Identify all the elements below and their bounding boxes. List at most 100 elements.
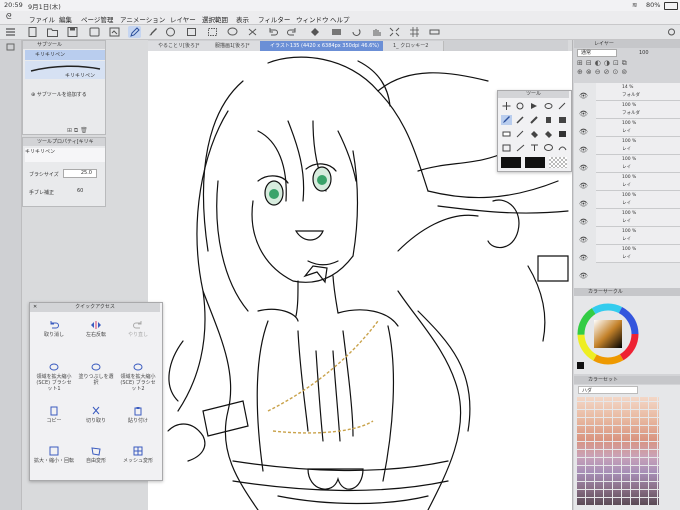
zoom-tool-icon[interactable] (515, 101, 526, 111)
qa-resize-1[interactable]: 領域を拡大縮小 (SCE) ブラシセット1 (34, 359, 74, 392)
pencil-tool-icon[interactable] (515, 115, 526, 125)
layer-row[interactable]: 100 % レイ (596, 209, 680, 227)
qa-flip[interactable]: 左右反転 (76, 317, 116, 347)
qa-redo[interactable]: やり直し (118, 317, 158, 347)
layer-visibility-icons[interactable]: 👁👁👁👁👁👁👁👁👁👁👁👁 (579, 87, 591, 317)
menu-help[interactable]: ヘルプ (330, 14, 350, 24)
pen-tool-icon[interactable] (128, 26, 141, 38)
layer-row[interactable]: 100 % レイ (596, 173, 680, 191)
menu-filter[interactable]: フィルター (258, 14, 290, 24)
blend-mode-select[interactable]: 通常 (577, 49, 617, 57)
text-tool-icon[interactable] (529, 143, 540, 153)
eraser-tool-icon[interactable] (501, 129, 512, 139)
add-subtool-button[interactable]: ⊕ サブツールを追加する (31, 91, 87, 98)
color-wheel[interactable] (574, 296, 680, 374)
subtool-item-selected[interactable]: キリキリペン (25, 50, 105, 60)
clear-icon[interactable] (246, 26, 259, 38)
main-color-swatch[interactable] (501, 157, 521, 168)
qa-flip-label: 左右反転 (85, 332, 106, 338)
layer-row[interactable]: 100 % レイ (596, 245, 680, 263)
qa-cut[interactable]: 切り取り (76, 403, 116, 433)
tab-illustration[interactable]: イラスト135 (4420 x 6384px 350dpi 46.6%) (260, 41, 393, 51)
share-icon[interactable] (88, 26, 101, 38)
lasso-icon[interactable] (226, 26, 239, 38)
figure-tool-icon[interactable] (557, 129, 568, 139)
ruler-tool-icon[interactable] (515, 143, 526, 153)
gradient-tool-icon[interactable] (543, 129, 554, 139)
undo-icon[interactable] (266, 26, 279, 38)
new-file-icon[interactable] (26, 26, 39, 38)
brush-icon[interactable] (146, 26, 159, 38)
transform-icon[interactable] (164, 26, 177, 38)
layer-row[interactable]: 14 % フォルダ (596, 83, 680, 101)
sub-color-swatch[interactable] (525, 157, 545, 168)
layer-toolbar-icons[interactable]: ⊞⊟◐◑⊡⧉ ⊕⊗⊖⊘⊙⊚ (577, 59, 677, 81)
rotate-icon[interactable] (350, 26, 363, 38)
lasso-tool-icon[interactable] (543, 101, 554, 111)
qa-scale-rotate[interactable]: 拡大・縮小・回転 (34, 443, 74, 473)
qa-resize-2[interactable]: 領域を拡大縮小 (SCE) ブラシセット2 (118, 359, 158, 392)
save-icon[interactable] (66, 26, 79, 38)
brush-tool-icon[interactable] (529, 115, 540, 125)
eyedropper-tool-icon[interactable] (557, 101, 568, 111)
fit-icon[interactable] (388, 26, 401, 38)
blend-tool-icon[interactable] (515, 129, 526, 139)
menu-layer[interactable]: レイヤー (170, 14, 196, 24)
select-icon[interactable] (206, 26, 219, 38)
subtool-footer-icons[interactable]: ⊞ ⧉ 🗑 (67, 127, 88, 135)
redo-icon[interactable] (286, 26, 299, 38)
layer-row[interactable]: 100 % レイ (596, 191, 680, 209)
layer-opacity: 100 % (622, 229, 637, 234)
balloon-tool-icon[interactable] (543, 143, 554, 153)
hand-icon[interactable] (370, 26, 383, 38)
open-file-icon[interactable] (46, 26, 59, 38)
collapse-dock-icon[interactable] (5, 42, 16, 52)
color-swatch-grid[interactable] (577, 397, 659, 505)
qa-undo[interactable]: 取り消し (34, 317, 74, 347)
grid-icon[interactable] (408, 26, 421, 38)
fill-tool-icon[interactable] (529, 129, 540, 139)
menu-page[interactable]: ページ管理 (81, 14, 113, 24)
close-icon[interactable]: ✕ (33, 303, 37, 312)
operation-tool-icon[interactable] (529, 101, 540, 111)
stabilization-slider[interactable]: 60 (63, 188, 97, 196)
qa-fill-select[interactable]: 塗りつぶしを選択 (76, 359, 116, 389)
ruler-icon[interactable] (428, 26, 441, 38)
brush-size-input[interactable]: 25.0 (63, 169, 97, 178)
menu-view[interactable]: 表示 (236, 14, 249, 24)
layer-row[interactable]: 100 % フォルダ (596, 101, 680, 119)
qa-mesh-transform[interactable]: メッシュ変形 (118, 443, 158, 473)
color-set-select[interactable]: ハダ (578, 386, 638, 394)
transparent-swatch[interactable] (549, 157, 567, 168)
frame-tool-icon[interactable] (501, 143, 512, 153)
layer-name: フォルダ (622, 93, 640, 98)
opacity-field[interactable]: 100 (639, 49, 663, 57)
crop-icon[interactable] (185, 26, 198, 38)
fill-icon[interactable] (308, 26, 321, 38)
qa-paste[interactable]: 貼り付け (118, 403, 158, 433)
menu-file[interactable]: ファイル (29, 14, 55, 24)
layer-fill-icon[interactable] (330, 26, 343, 38)
layer-row[interactable]: 100 % レイ (596, 227, 680, 245)
export-icon[interactable] (108, 26, 121, 38)
subtool-stroke-preview[interactable]: キリキリペン (25, 61, 105, 79)
settings-icon[interactable] (665, 26, 678, 38)
pen-tool-icon[interactable] (501, 115, 512, 125)
decoration-tool-icon[interactable] (557, 115, 568, 125)
app-logo-icon[interactable]: ᘓ (6, 12, 12, 22)
correct-line-tool-icon[interactable] (557, 143, 568, 153)
menu-edit[interactable]: 編集 (59, 14, 72, 24)
tab-croquis[interactable]: 1_ クロッキー2 (383, 41, 444, 51)
qa-copy[interactable]: コピー (34, 403, 74, 433)
menu-window[interactable]: ウィンドウ (296, 14, 329, 24)
menu-animation[interactable]: アニメーション (120, 14, 165, 24)
airbrush-tool-icon[interactable] (543, 115, 554, 125)
layer-row[interactable]: 100 % レイ (596, 119, 680, 137)
qa-free-transform[interactable]: 自由変形 (76, 443, 116, 473)
menu-selection[interactable]: 選択範囲 (202, 14, 228, 24)
layer-row[interactable]: 100 % レイ (596, 137, 680, 155)
qa-scale-rotate-label: 拡大・縮小・回転 (34, 458, 75, 464)
move-tool-icon[interactable] (501, 101, 512, 111)
layer-row[interactable]: 100 % レイ (596, 155, 680, 173)
menu-toggle-icon[interactable] (4, 26, 17, 38)
